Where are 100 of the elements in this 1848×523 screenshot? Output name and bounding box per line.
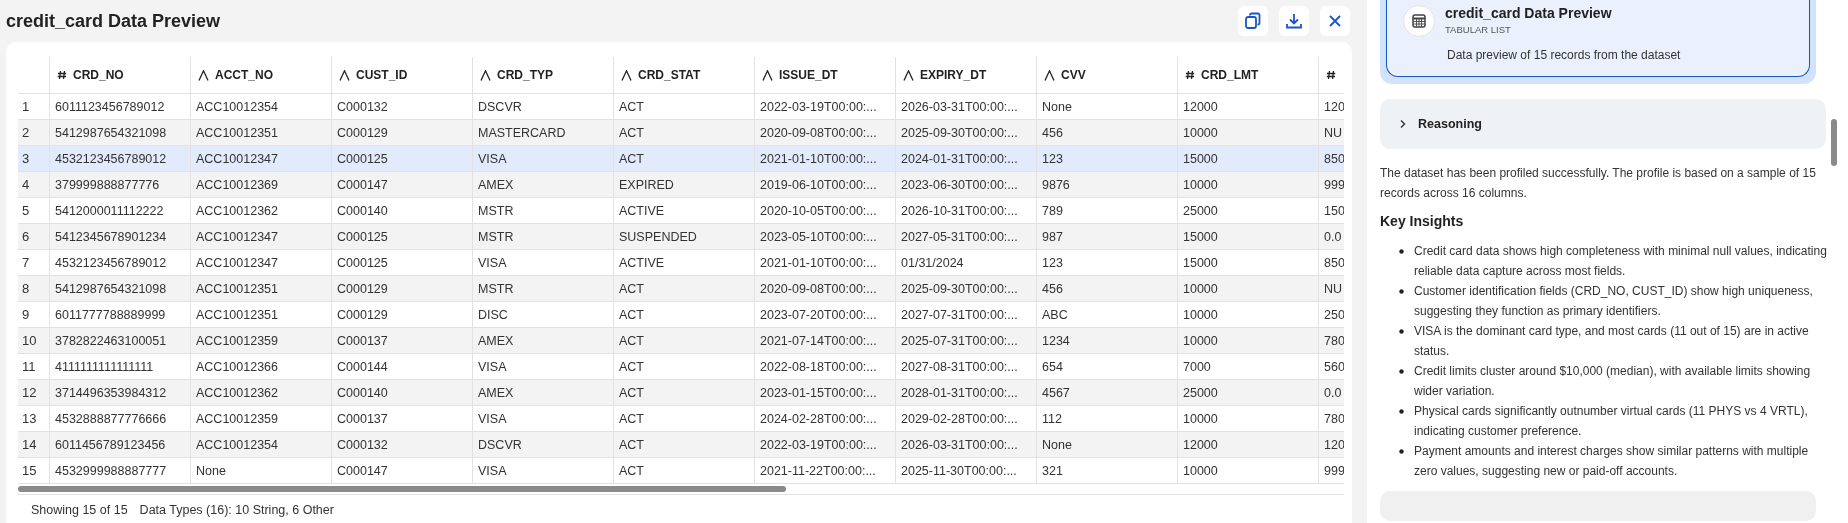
insight-item: VISA is the dominant card type, and most cards (11 out of 15) are in active status. bbox=[1414, 323, 1810, 360]
table-cell: ACC10012347 bbox=[196, 229, 278, 244]
table-cell: DISC bbox=[478, 307, 508, 322]
table-cell: 10000 bbox=[1183, 463, 1218, 478]
table-cell: C000140 bbox=[337, 203, 388, 218]
table-cell: ACC10012354 bbox=[196, 99, 278, 114]
table-row[interactable]: 15 4532999988887777 None C000147 VISA ACT 2021-11-22T00:00:... 2025-11-30T00:00:... 321 10000 999 bbox=[18, 458, 1344, 484]
table-cell: 150 bbox=[1324, 203, 1344, 218]
artifact-card[interactable]: credit_card Data Preview TABULAR LIST Data preview of 15 records from the dataset bbox=[1380, 0, 1816, 84]
reasoning-toggle[interactable]: Reasoning bbox=[1380, 99, 1826, 149]
table-cell: AMEX bbox=[478, 333, 514, 348]
column-header[interactable]: ACCT_NO bbox=[215, 68, 273, 82]
table-cell: 850 bbox=[1324, 255, 1344, 270]
table-cell: None bbox=[1042, 99, 1072, 114]
table-cell: C000125 bbox=[337, 255, 388, 270]
table-row[interactable]: 9 6011777788889999 ACC10012351 C000129 DISC ACT 2023-07-20T00:00:... 2027-07-31T00:00:... ABC 10000 250 bbox=[18, 302, 1344, 328]
table-cell: 01/31/2024 bbox=[901, 255, 964, 270]
column-header[interactable]: CVV bbox=[1061, 68, 1086, 82]
table-cell: C000125 bbox=[337, 229, 388, 244]
table-row[interactable]: 13 4532888877776666 ACC10012359 C000137 VISA ACT 2024-02-28T00:00:... 2029-02-28T00:00:... 112 10000 780 bbox=[18, 406, 1344, 432]
table-cell: 2025-11-30T00:00:... bbox=[901, 463, 1017, 478]
row-number: 1 bbox=[22, 99, 30, 114]
text-type-icon bbox=[480, 69, 491, 81]
table-cell: ACTIVE bbox=[619, 203, 665, 218]
table-cell: 2019-06-10T00:00:... bbox=[760, 177, 877, 192]
table-cell: 3782822463100051 bbox=[55, 333, 167, 348]
table-cell: 2022-08-18T00:00:... bbox=[760, 359, 877, 374]
table-cell: 2027-08-31T00:00:... bbox=[901, 359, 1018, 374]
scrollbar-thumb[interactable] bbox=[18, 486, 786, 492]
text-type-icon bbox=[621, 69, 632, 81]
column-header[interactable]: CRD_LMT bbox=[1201, 68, 1259, 82]
table-cell: AMEX bbox=[478, 177, 514, 192]
column-header[interactable]: CRD_NO bbox=[73, 68, 124, 82]
table-cell: 999 bbox=[1324, 463, 1344, 478]
table-cell: C000137 bbox=[337, 333, 388, 348]
table-cell: 10000 bbox=[1183, 281, 1218, 296]
table-row[interactable]: 8 5412987654321098 ACC10012351 C000129 MSTR ACT 2020-09-08T00:00:... 2025-09-30T00:00:... 456 10000 NU bbox=[18, 276, 1344, 302]
number-type-icon bbox=[1326, 70, 1336, 80]
row-number: 4 bbox=[22, 177, 30, 192]
table-row[interactable]: 1 6011123456789012 ACC10012354 C000132 DSCVR ACT 2022-03-19T00:00:... 2026-03-31T00:00:... None 12000 120 bbox=[18, 94, 1344, 120]
panel-title: credit_card Data Preview bbox=[6, 10, 221, 32]
table-cell: 2026-03-31T00:00:... bbox=[901, 437, 1018, 452]
insight-item: Payment amounts and interest charges show similar patterns with multiple zero values, suggesting new or paid-off accounts. bbox=[1414, 443, 1810, 480]
scrollbar-thumb[interactable] bbox=[1831, 119, 1837, 166]
artifact-description: Data preview of 15 records from the dataset bbox=[1446, 48, 1681, 62]
download-button[interactable] bbox=[1279, 6, 1309, 36]
number-type-icon bbox=[1185, 70, 1195, 80]
table-cell: 0.0 bbox=[1324, 385, 1342, 400]
column-header[interactable]: ISSUE_DT bbox=[779, 68, 838, 82]
table-cell: None bbox=[196, 463, 226, 478]
table-cell: 2024-02-28T00:00:... bbox=[760, 411, 877, 426]
table-cell: 2028-01-31T00:00:... bbox=[901, 385, 1018, 400]
table-row[interactable]: 7 4532123456789012 ACC10012347 C000125 VISA ACTIVE 2021-01-10T00:00:... 01/31/2024 123 15000 850 bbox=[18, 250, 1344, 276]
table-cell: 4532123456789012 bbox=[55, 255, 167, 270]
column-header[interactable]: EXPIRY_DT bbox=[920, 68, 987, 82]
table-row[interactable]: 3 4532123456789012 ACC10012347 C000125 VISA ACT 2021-01-10T00:00:... 2024-01-31T00:00:... 123 15000 850 bbox=[18, 146, 1344, 172]
table-cell: 987 bbox=[1042, 229, 1063, 244]
table-row[interactable]: 2 5412987654321098 ACC10012351 C000129 MASTERCARD ACT 2020-09-08T00:00:... 2025-09-30T00:00:... 456 10000 NU bbox=[18, 120, 1344, 146]
table-row[interactable]: 11 4111111111111111 ACC10012366 C000144 VISA ACT 2022-08-18T00:00:... 2027-08-31T00:00:... 654 7000 560 bbox=[18, 354, 1344, 380]
table-row[interactable]: 5 5412000011112222 ACC10012362 C000140 MSTR ACTIVE 2020-10-05T00:00:... 2026-10-31T00:00:... 789 25000 150 bbox=[18, 198, 1344, 224]
bullet-icon bbox=[1399, 449, 1404, 454]
column-header[interactable]: CRD_TYP bbox=[497, 68, 553, 82]
table-cell: C000132 bbox=[337, 437, 388, 452]
table-cell: 2021-11-22T00:00:... bbox=[760, 463, 876, 478]
text-type-icon bbox=[903, 69, 914, 81]
table-row[interactable]: 10 3782822463100051 ACC10012359 C000137 AMEX ACT 2021-07-14T00:00:... 2025-07-31T00:00:... 1234 10000 780 bbox=[18, 328, 1344, 354]
table-row[interactable]: 14 6011456789123456 ACC10012354 C000132 DSCVR ACT 2022-03-19T00:00:... 2026-03-31T00:00:... None 12000 120 bbox=[18, 432, 1344, 458]
table-cell: 4111111111111111 bbox=[55, 359, 154, 374]
table-cell: 15000 bbox=[1183, 151, 1218, 166]
table-cell: None bbox=[1042, 437, 1072, 452]
table-cell: 2029-02-28T00:00:... bbox=[901, 411, 1018, 426]
table-row[interactable]: 6 5412345678901234 ACC10012347 C000125 MSTR SUSPENDED 2023-05-10T00:00:... 2027-05-31T00:00:... 987 15000 0.0 bbox=[18, 224, 1344, 250]
copy-button[interactable] bbox=[1238, 6, 1268, 36]
table-cell: 2027-05-31T00:00:... bbox=[901, 229, 1018, 244]
table-cell: C000125 bbox=[337, 151, 388, 166]
table-cell: ACTIVE bbox=[619, 255, 665, 270]
table-row[interactable]: 12 3714496353984312 ACC10012362 C000140 AMEX ACT 2023-01-15T00:00:... 2028-01-31T00:00:... 4567 25000 0.0 bbox=[18, 380, 1344, 406]
table-row[interactable]: 4 379999888877776 ACC10012369 C000147 AMEX EXPIRED 2019-06-10T00:00:... 2023-06-30T00:00:... 9876 10000 999 bbox=[18, 172, 1344, 198]
close-button[interactable] bbox=[1320, 6, 1350, 36]
table-cell: ACC10012351 bbox=[196, 281, 278, 296]
row-number: 5 bbox=[22, 203, 30, 218]
table-cell: ACT bbox=[619, 125, 644, 140]
table-cell: ACT bbox=[619, 359, 644, 374]
row-number: 3 bbox=[22, 151, 30, 166]
column-header[interactable]: CRD_STAT bbox=[638, 68, 701, 82]
table-cell: ACC10012359 bbox=[196, 411, 278, 426]
table-cell: 321 bbox=[1042, 463, 1063, 478]
table-cell: 3714496353984312 bbox=[55, 385, 167, 400]
row-number: 12 bbox=[22, 385, 37, 400]
artifact-title: credit_card Data Preview bbox=[1445, 5, 1613, 21]
table-cell: 2021-01-10T00:00:... bbox=[760, 255, 877, 270]
table-cell: VISA bbox=[478, 463, 507, 478]
table-cell: C000129 bbox=[337, 307, 388, 322]
number-type-icon bbox=[57, 70, 67, 80]
table-cell: 112 bbox=[1042, 411, 1062, 426]
bullet-icon bbox=[1399, 329, 1404, 334]
column-header[interactable]: CUST_ID bbox=[356, 68, 408, 82]
table-cell: VISA bbox=[478, 359, 507, 374]
table-cell: ACC10012351 bbox=[196, 307, 278, 322]
table-cell: C000144 bbox=[337, 359, 388, 374]
